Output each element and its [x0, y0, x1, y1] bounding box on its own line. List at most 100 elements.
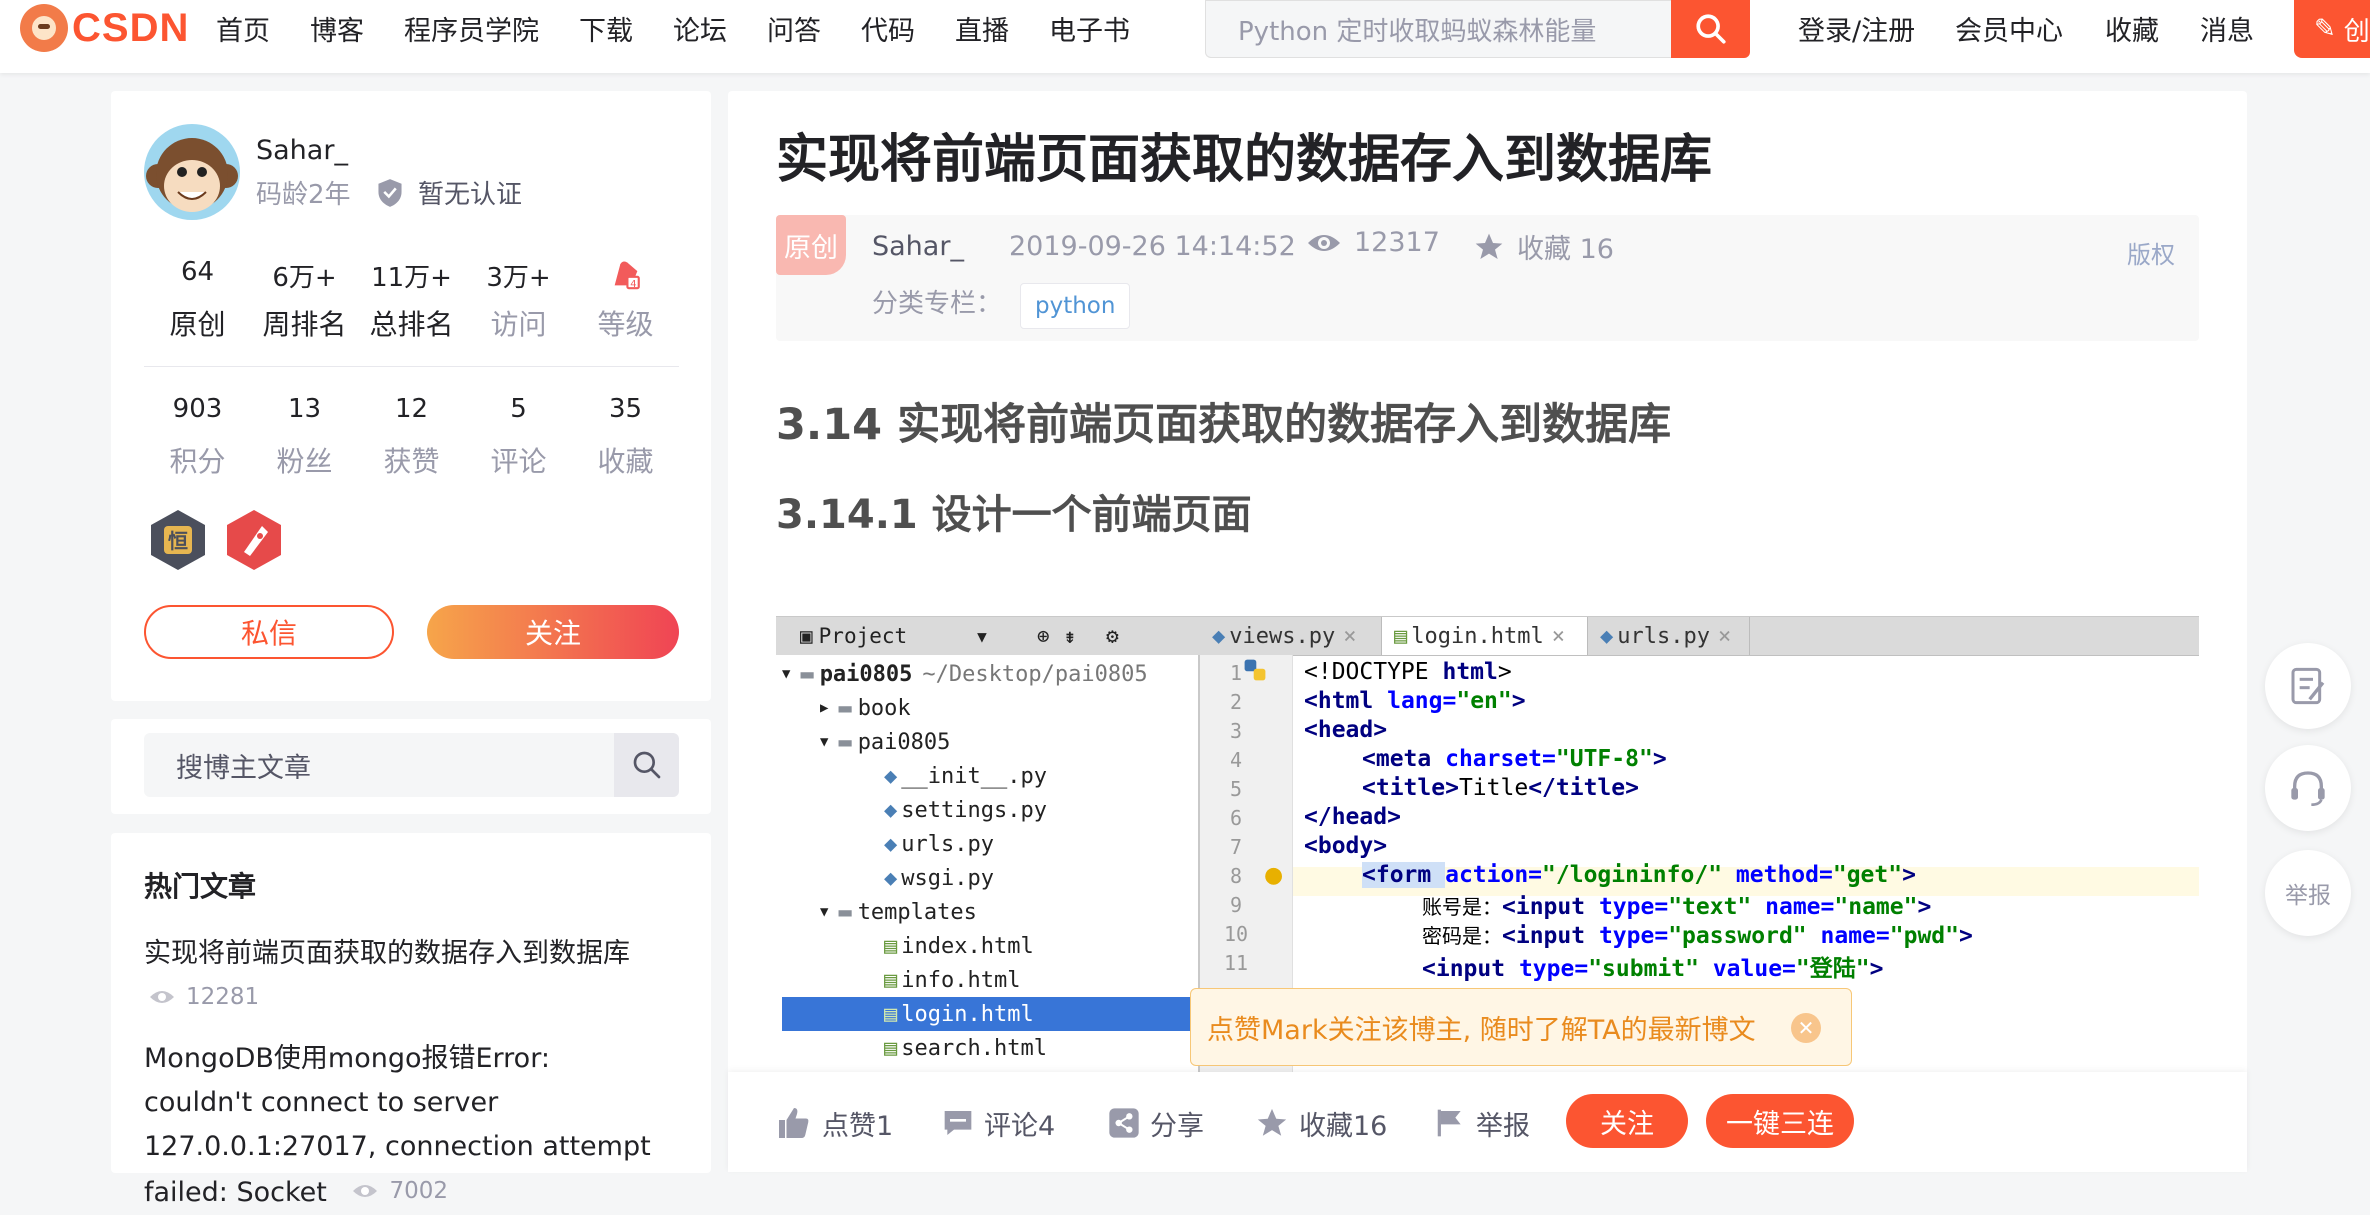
thumbs-up-icon [779, 1108, 809, 1138]
original-badge: 原创 [776, 215, 846, 275]
edit-note-button[interactable] [2265, 643, 2351, 729]
article-author[interactable]: Sahar_ [872, 231, 964, 262]
tree-item: ▼ ▬ pai0805 [820, 729, 951, 755]
nav-live[interactable]: 直播 [955, 9, 1009, 48]
flag-icon [1437, 1109, 1461, 1137]
stat-level[interactable]: 4 等级 [572, 257, 679, 343]
code-line: <input type="submit" value="登陆"> [1422, 956, 1884, 982]
hot-article-item[interactable]: MongoDB使用mongo报错Error: couldn't connect … [144, 1037, 664, 1215]
avatar[interactable] [144, 124, 240, 220]
nav-code[interactable]: 代码 [861, 9, 915, 48]
hot-articles-title: 热门文章 [144, 870, 257, 903]
create-button[interactable]: ✎ 创 [2294, 0, 2370, 58]
read-count: 12317 [1306, 227, 1440, 258]
tree-item-selected: ▤ login.html [884, 1001, 1034, 1027]
code-age: 码龄2年 [256, 180, 351, 210]
code-line: </head> [1304, 804, 1401, 830]
hot-article-item[interactable]: 实现将前端页面获取的数据存入到数据库 12281 [144, 931, 684, 1010]
pen-badge-icon[interactable] [224, 508, 284, 572]
main-nav: 首页 博客 程序员学院 下载 论坛 问答 代码 直播 电子书 [216, 0, 1170, 56]
star-icon [1257, 1108, 1287, 1136]
follow-button[interactable]: 关注 [427, 605, 679, 659]
messages-link[interactable]: 消息 [2200, 0, 2254, 56]
project-dropdown: ▣ Project ▼ ⊕ ⇟ ⚙ [776, 617, 1198, 655]
search-icon [633, 751, 660, 779]
blogger-search-button[interactable] [614, 733, 679, 797]
stat-comments: 5 评论 [490, 394, 547, 478]
line-number: 2 [1229, 690, 1243, 714]
tree-item: ▼ ▬ templates [820, 899, 977, 925]
blogger-search-input[interactable]: 搜博主文章 [144, 733, 614, 797]
report-button[interactable]: 举报 [1434, 1100, 1530, 1146]
line-number: 8 [1229, 864, 1243, 888]
comment-button[interactable]: 评论4 [942, 1100, 1055, 1146]
blogger-search-card: 搜博主文章 [111, 719, 711, 814]
favorite-button[interactable]: 收藏16 [1255, 1100, 1387, 1146]
tree-item: ▤ info.html [884, 967, 1021, 993]
line-number: 6 [1229, 806, 1243, 830]
python-icon [1242, 657, 1270, 685]
category-tag[interactable]: python [1020, 283, 1131, 329]
csdn-logo[interactable]: CSDN [20, 2, 189, 54]
stat-fans[interactable]: 13 粉丝 [251, 394, 358, 480]
like-button[interactable]: 点赞1 [776, 1100, 893, 1146]
gear-icon: ⚙ [1106, 624, 1119, 648]
chevron-down-icon: ▼ [977, 626, 987, 646]
tree-item: ◆ settings.py [884, 797, 1047, 823]
certification: 暂无认证 [376, 174, 522, 211]
nav-home[interactable]: 首页 [216, 9, 270, 48]
stats-row-2: 903 积分 13 粉丝 12 获赞 5 评论 35 收藏 [144, 394, 679, 480]
customer-service-button[interactable] [2265, 745, 2351, 831]
tab-views-py: ◆ views.py × [1200, 617, 1382, 655]
search-input[interactable]: Python 定时收取蚂蚁森林能量 [1205, 0, 1671, 58]
private-message-button[interactable]: 私信 [144, 605, 394, 659]
tree-item: ◆ urls.py [884, 831, 994, 857]
close-icon[interactable]: ✕ [1791, 1013, 1821, 1043]
headset-icon [2291, 771, 2325, 806]
triple-action-button[interactable]: 一键三连 [1706, 1094, 1854, 1148]
nav-ebook[interactable]: 电子书 [1049, 9, 1130, 48]
nav-qa[interactable]: 问答 [767, 9, 821, 48]
code-line: <body> [1304, 833, 1388, 859]
code-line: <title>Title</title> [1362, 775, 1639, 801]
login-link[interactable]: 登录/注册 [1798, 0, 1915, 56]
code-line: 密码是：<input type="password" name="pwd"> [1422, 923, 1973, 949]
edit-icon [2291, 667, 2325, 705]
stat-original[interactable]: 64 原创 [144, 257, 251, 343]
copyright-link[interactable]: 版权 [2127, 235, 2175, 270]
follow-pill-button[interactable]: 关注 [1566, 1094, 1688, 1148]
top-navbar: CSDN 首页 博客 程序员学院 下载 论坛 问答 代码 直播 电子书 Pyth… [0, 0, 2370, 73]
share-button[interactable]: 分享 [1108, 1100, 1204, 1146]
favorite-count[interactable]: 收藏 16 [1473, 227, 1614, 266]
article-date: 2019-09-26 14:14:52 [1009, 231, 1296, 262]
stat-total-rank[interactable]: 11万+ 总排名 [358, 257, 465, 343]
eye-icon [1308, 234, 1340, 251]
line-number: 10 [1223, 922, 1249, 946]
favorites-link[interactable]: 收藏 [2105, 0, 2159, 56]
search-button[interactable] [1671, 0, 1750, 58]
vip-center-link[interactable]: 会员中心 [1955, 0, 2063, 56]
stat-week-rank[interactable]: 6万+ 周排名 [251, 257, 358, 343]
star-icon [1475, 233, 1503, 259]
line-number: 5 [1229, 777, 1243, 801]
article-meta: 原创 Sahar_ 2019-09-26 14:14:52 12317 收藏 1… [776, 215, 2199, 341]
svg-text:4: 4 [630, 279, 636, 290]
article-title: 实现将前端页面获取的数据存入到数据库 [776, 130, 1713, 190]
shield-icon [378, 178, 402, 207]
comment-icon [944, 1111, 972, 1135]
username[interactable]: Sahar_ [256, 135, 348, 166]
persistence-badge-icon[interactable]: 恒 [148, 508, 208, 572]
code-line: <meta charset="UTF-8"> [1362, 746, 1667, 772]
nav-blog[interactable]: 博客 [310, 9, 364, 48]
nav-forum[interactable]: 论坛 [673, 9, 727, 48]
tree-item: ▤ index.html [884, 933, 1034, 959]
nav-academy[interactable]: 程序员学院 [404, 9, 539, 48]
line-number: 7 [1229, 835, 1243, 859]
stat-points: 903 积分 [169, 394, 226, 478]
report-float-button[interactable]: 举报 [2265, 850, 2351, 936]
divider [144, 366, 679, 367]
nav-download[interactable]: 下载 [579, 9, 633, 48]
share-icon [1109, 1108, 1139, 1138]
stat-favorites: 35 收藏 [597, 394, 654, 478]
tree-item: ▤ search.html [884, 1035, 1047, 1061]
